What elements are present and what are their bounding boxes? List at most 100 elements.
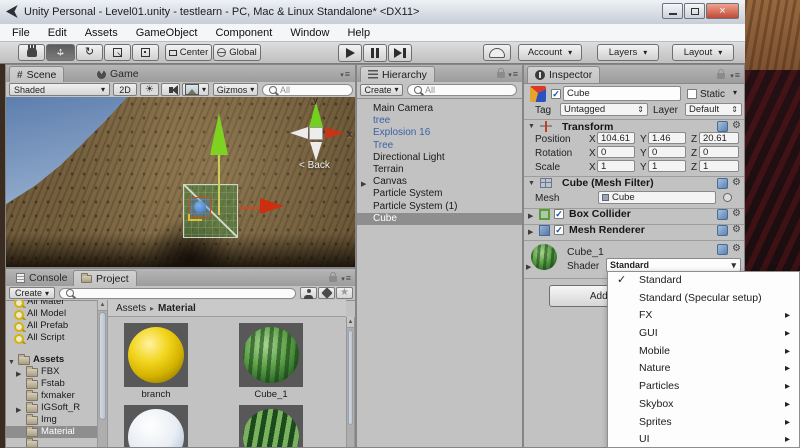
hierarchy-item-particle-system[interactable]: Particle System (357, 188, 522, 200)
audio-toggle-button[interactable] (161, 83, 180, 96)
hierarchy-search-input[interactable]: All (407, 84, 517, 96)
hierarchy-item-cube-selected[interactable]: Cube (357, 212, 522, 226)
help-icon[interactable] (717, 178, 728, 189)
pause-button[interactable] (363, 44, 387, 62)
tree-root-assets[interactable]: ▼ Assets (6, 354, 97, 366)
step-button[interactable] (388, 44, 412, 62)
scale-y-field[interactable]: 1 (648, 160, 686, 172)
hierarchy-item-tree2[interactable]: Tree (357, 140, 522, 152)
project-tree-scrollbar[interactable]: ▲ (97, 300, 108, 447)
position-y-field[interactable]: 1.46 (648, 132, 686, 144)
project-filter-label-button[interactable] (318, 287, 335, 299)
lighting-toggle-button[interactable] (140, 83, 159, 96)
project-favorites-button[interactable]: ★ (336, 287, 353, 299)
effects-dropdown[interactable] (182, 83, 209, 96)
static-dropdown-icon[interactable]: ▾ (733, 88, 737, 97)
tab-scene[interactable]: Scene (9, 66, 65, 82)
help-icon[interactable] (717, 209, 728, 220)
object-name-field[interactable]: Cube (563, 86, 681, 101)
asset-tile-branch[interactable] (124, 323, 188, 387)
favorite-item[interactable]: All Model (6, 308, 97, 320)
tree-folder-fbx[interactable]: ▶ FBX (6, 366, 97, 378)
hierarchy-item-particle-system-1[interactable]: Particle System (1) (357, 201, 522, 213)
active-checkbox[interactable]: ✓ (551, 89, 561, 99)
shader-menu-item-standard-specular[interactable]: Standard (Specular setup) (608, 290, 799, 308)
mesh-renderer-enabled-checkbox[interactable]: ✓ (554, 225, 564, 235)
asset-tile-partial[interactable] (124, 405, 188, 447)
shader-menu-item-sprites[interactable]: Sprites (608, 414, 799, 432)
favorite-item[interactable]: All Prefab (6, 320, 97, 332)
cloud-services-button[interactable] (483, 44, 511, 61)
shader-menu-item-fx[interactable]: FX (608, 307, 799, 325)
fold-closed-icon[interactable]: ▶ (361, 179, 366, 189)
view-gizmo-y-cone[interactable] (309, 102, 323, 127)
menu-gameobject[interactable]: GameObject (136, 27, 198, 39)
menu-component[interactable]: Component (215, 27, 272, 39)
scale-tool-button[interactable] (104, 44, 131, 61)
lock-icon[interactable] (497, 67, 505, 78)
material-preview-sphere[interactable] (531, 244, 557, 270)
layer-dropdown[interactable]: Default (685, 103, 742, 116)
shader-menu-item-gui[interactable]: GUI (608, 325, 799, 343)
scale-z-field[interactable]: 1 (699, 160, 739, 172)
tab-console[interactable]: Console (9, 270, 75, 286)
hierarchy-create-dropdown[interactable]: Create (360, 83, 403, 96)
inspector-panel-menu-icon[interactable]: ≡ (730, 70, 740, 80)
hierarchy-item-directional-light[interactable]: Directional Light (357, 152, 522, 164)
scroll-up-arrow[interactable]: ▲ (98, 300, 107, 311)
mesh-object-field[interactable]: Cube (598, 191, 716, 204)
static-checkbox[interactable] (687, 89, 697, 99)
shading-mode-dropdown[interactable]: Shaded (9, 83, 110, 96)
shader-menu-item-ui[interactable]: UI (608, 431, 799, 447)
fold-open-icon[interactable]: ▼ (528, 123, 535, 130)
tab-hierarchy[interactable]: Hierarchy (360, 66, 435, 82)
close-button[interactable]: × (706, 3, 739, 19)
gear-icon[interactable]: ⚙ (732, 209, 741, 219)
maximize-button[interactable] (684, 3, 705, 19)
hierarchy-item-terrain[interactable]: Terrain (357, 164, 522, 176)
fold-closed-icon[interactable]: ▶ (16, 405, 21, 414)
menu-window[interactable]: Window (290, 27, 329, 39)
project-filter-type-button[interactable] (300, 287, 317, 299)
position-x-field[interactable]: 104.61 (597, 132, 635, 144)
shader-menu-item-nature[interactable]: Nature (608, 360, 799, 378)
hierarchy-item-main-camera[interactable]: Main Camera (357, 103, 522, 115)
tab-inspector[interactable]: Inspector (527, 66, 601, 83)
hierarchy-panel-menu-icon[interactable]: ≡ (508, 69, 518, 79)
scene-viewport[interactable]: y x < Back (6, 97, 355, 267)
tree-folder-partial[interactable] (6, 438, 97, 447)
shader-menu-item-standard[interactable]: Standard (608, 272, 799, 290)
rotation-z-field[interactable]: 0 (699, 146, 739, 158)
fold-closed-icon[interactable]: ▶ (528, 228, 533, 236)
tree-folder-material-selected[interactable]: Material (6, 426, 97, 439)
fold-closed-icon[interactable]: ▶ (528, 212, 533, 220)
asset-tile-partial[interactable] (239, 405, 303, 447)
view-gizmo-x-cone[interactable] (325, 127, 344, 139)
gizmos-dropdown[interactable]: Gizmos (213, 83, 258, 96)
shader-menu-item-particles[interactable]: Particles (608, 378, 799, 396)
fold-closed-icon[interactable]: ▶ (16, 369, 21, 378)
account-dropdown[interactable]: Account (518, 44, 582, 61)
rect-tool-button[interactable] (132, 44, 159, 61)
rotation-y-field[interactable]: 0 (648, 146, 686, 158)
layout-dropdown[interactable]: Layout (672, 44, 734, 61)
move-tool-button[interactable]: ↔ ↕ (46, 44, 75, 61)
pan-tool-button[interactable] (18, 44, 45, 61)
tree-folder-igsoft[interactable]: ▶ IGSoft_R (6, 402, 97, 414)
project-panel-menu-icon[interactable]: ≡ (341, 273, 351, 283)
view-gizmo-down-cone[interactable] (310, 142, 322, 161)
scrollbar-thumb[interactable] (348, 330, 353, 425)
gizmo-x-axis-arrow[interactable] (260, 198, 284, 214)
box-collider-header[interactable]: Box Collider (569, 208, 631, 220)
lock-icon[interactable] (717, 68, 725, 79)
tab-project[interactable]: Project (73, 270, 137, 286)
pivot-center-button[interactable]: Center (165, 44, 212, 61)
fold-open-icon[interactable]: ▼ (528, 180, 535, 187)
mesh-filter-header[interactable]: Cube (Mesh Filter) (562, 177, 654, 189)
tree-folder-img[interactable]: Img (6, 414, 97, 426)
shader-menu-item-skybox[interactable]: Skybox (608, 396, 799, 414)
play-button[interactable] (338, 44, 362, 62)
tree-folder-fxmaker[interactable]: fxmaker (6, 390, 97, 402)
mesh-renderer-header[interactable]: Mesh Renderer (569, 224, 645, 236)
gizmo-y-axis-arrow[interactable] (210, 113, 228, 155)
